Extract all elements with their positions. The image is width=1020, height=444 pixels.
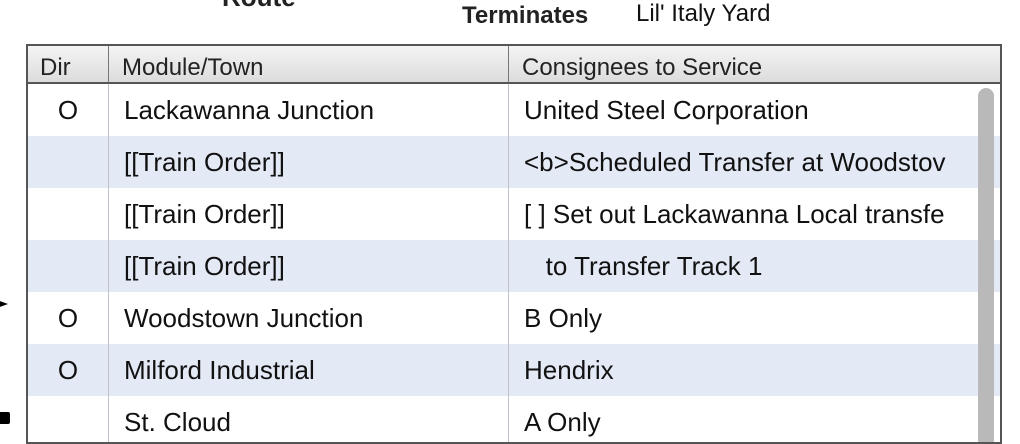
consignee-cell: Hendrix <box>524 355 614 385</box>
dir-cell <box>28 396 108 442</box>
scrollbar-thumb[interactable] <box>978 88 994 442</box>
consignee-cell: <b>Scheduled Transfer at Woodstov <box>524 147 946 177</box>
table-header: Dir Module/Town Consignees to Service <box>28 46 1000 84</box>
consignee-cell: B Only <box>524 303 603 333</box>
module-town-cell: St. Cloud <box>124 407 231 437</box>
column-divider <box>108 84 109 442</box>
terminates-value: Lil' Italy Yard <box>636 0 771 27</box>
module-town-cell: Milford Industrial <box>124 355 315 385</box>
table-row[interactable]: O Woodstown Junction B Only <box>28 292 1000 344</box>
table-row[interactable]: [[Train Order]] <b>Scheduled Transfer at… <box>28 136 1000 188</box>
current-row-arrow-icon <box>0 299 8 309</box>
dir-cell <box>28 188 108 240</box>
module-town-cell: Woodstown Junction <box>124 303 364 333</box>
row-marker-icon <box>0 412 10 424</box>
table-row[interactable]: [[Train Order]] to Transfer Track 1 <box>28 240 1000 292</box>
table-row[interactable]: O Lackawanna Junction United Steel Corpo… <box>28 84 1000 136</box>
table-row[interactable]: O Milford Industrial Hendrix <box>28 344 1000 396</box>
consignee-cell: [ ] Set out Lackawanna Local transfe <box>524 199 945 229</box>
table-row[interactable]: St. Cloud A Only <box>28 396 1000 442</box>
table-row[interactable]: [[Train Order]] [ ] Set out Lackawanna L… <box>28 188 1000 240</box>
dir-cell <box>28 240 108 292</box>
route-label: Route <box>222 0 296 13</box>
column-divider <box>508 84 509 442</box>
consignee-cell: to Transfer Track 1 <box>524 251 763 281</box>
module-town-cell: Lackawanna Junction <box>124 95 375 125</box>
dir-cell: O <box>57 355 79 385</box>
column-header-dir[interactable]: Dir <box>28 46 108 82</box>
dir-cell: O <box>57 95 79 125</box>
column-header-consignees[interactable]: Consignees to Service <box>508 46 978 82</box>
vertical-scrollbar[interactable] <box>978 88 994 442</box>
dir-cell <box>28 136 108 188</box>
dir-cell: O <box>57 303 79 333</box>
terminates-label: Terminates <box>462 2 589 29</box>
consignee-cell: A Only <box>524 407 601 437</box>
table-body: O Lackawanna Junction United Steel Corpo… <box>28 84 1000 442</box>
column-header-module-town[interactable]: Module/Town <box>108 46 508 82</box>
module-town-cell: [[Train Order]] <box>124 147 285 177</box>
module-town-cell: [[Train Order]] <box>124 251 285 281</box>
module-town-cell: [[Train Order]] <box>124 199 285 229</box>
consignee-cell: United Steel Corporation <box>524 95 809 125</box>
route-table: Dir Module/Town Consignees to Service O … <box>26 44 1002 444</box>
